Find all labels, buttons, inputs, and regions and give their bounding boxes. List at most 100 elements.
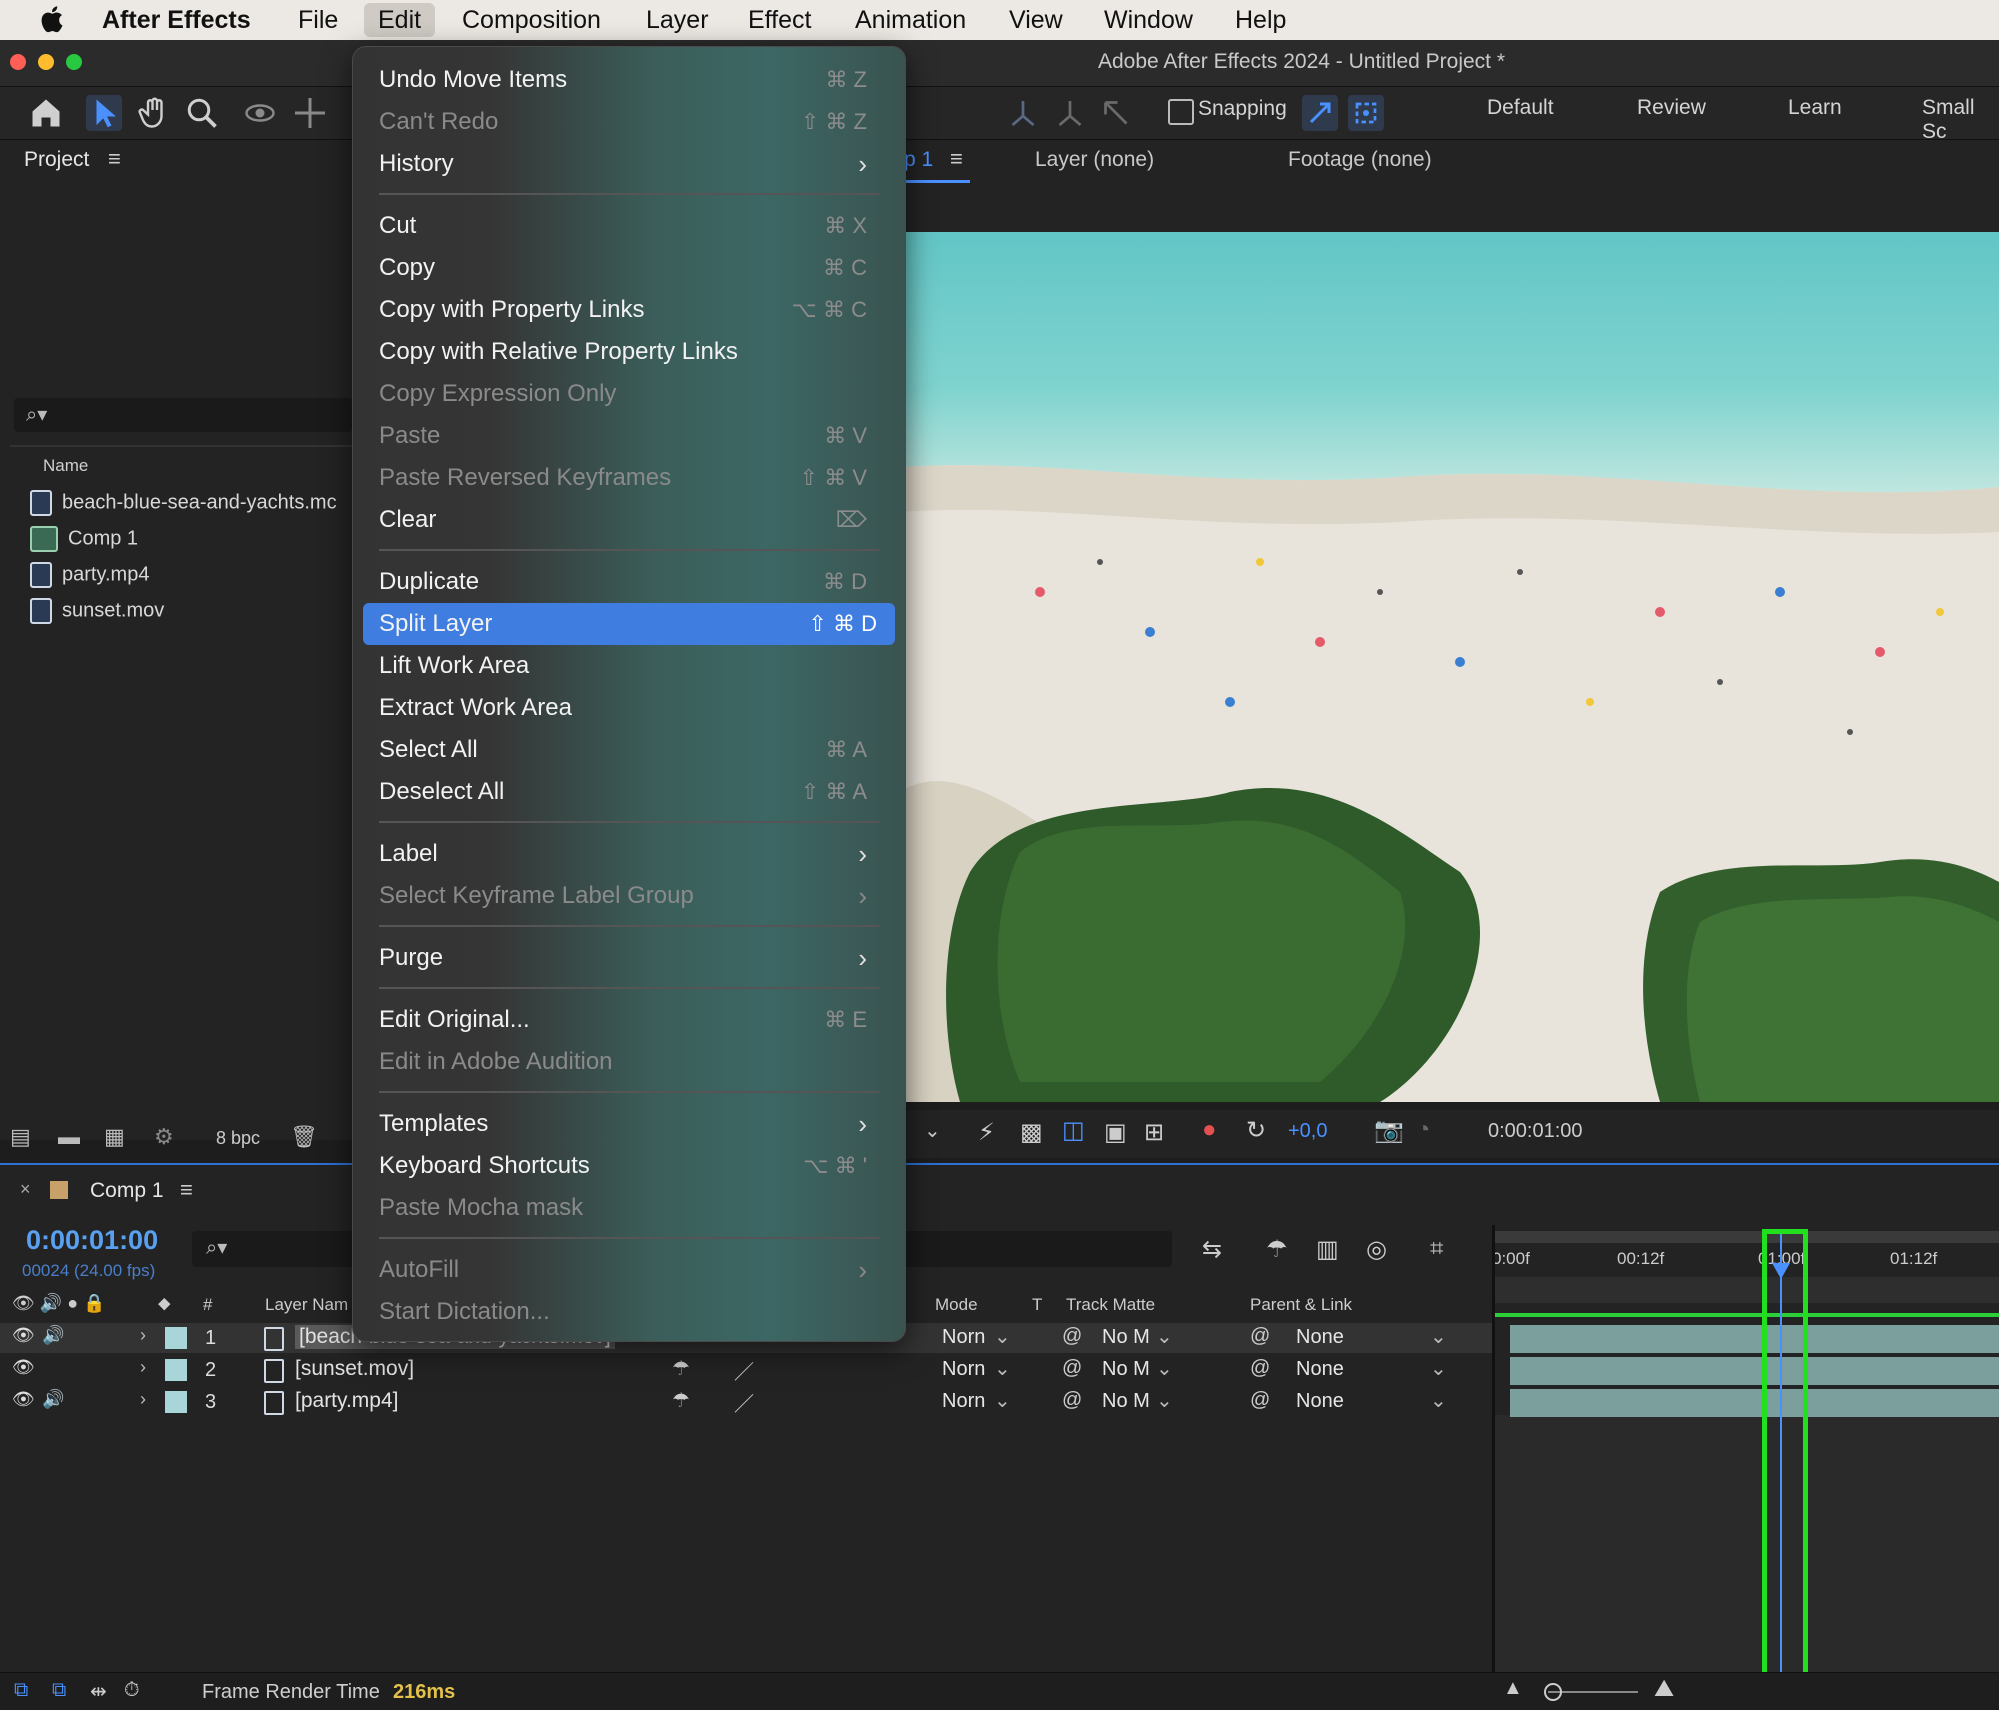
audio-speaker-icon[interactable]: 🔊 bbox=[42, 1389, 64, 1410]
menu-item-lift-work-area[interactable]: Lift Work Area bbox=[379, 645, 879, 687]
menu-item-edit-original[interactable]: Edit Original... ⌘ E bbox=[379, 999, 879, 1041]
transparency-grid-icon[interactable]: ▩ bbox=[1020, 1118, 1043, 1147]
pickwhip-icon[interactable]: @ bbox=[1062, 1389, 1082, 1412]
menu-view[interactable]: View bbox=[1009, 5, 1063, 35]
zoom-in-icon[interactable]: ⛰ bbox=[1654, 1675, 1674, 1703]
parent-dropdown[interactable]: None bbox=[1296, 1390, 1344, 1413]
menu-item-duplicate[interactable]: Duplicate ⌘ D bbox=[379, 561, 879, 603]
pickwhip-icon[interactable]: @ bbox=[1062, 1357, 1082, 1380]
menu-item-copy-with-property-links[interactable]: Copy with Property Links ⌥ ⌘ C bbox=[379, 289, 879, 331]
parent-dropdown[interactable]: None bbox=[1296, 1326, 1344, 1349]
table-row[interactable]: 👁 › 2 [sunset.mov] ☂ ／ Norn ⌄ @ No M ⌄ @… bbox=[0, 1355, 1495, 1385]
track-area[interactable] bbox=[1495, 1415, 1999, 1675]
project-item-comp[interactable]: Comp 1 bbox=[30, 526, 138, 552]
table-row[interactable]: 👁 🔊 › 3 [party.mp4] ☂ ／ Norn ⌄ @ No M ⌄ … bbox=[0, 1387, 1495, 1417]
blend-mode-dropdown[interactable]: Norn bbox=[942, 1390, 985, 1413]
workspace-review[interactable]: Review bbox=[1637, 96, 1706, 120]
audio-speaker-icon[interactable]: 🔊 bbox=[42, 1325, 64, 1346]
menu-app-name[interactable]: After Effects bbox=[102, 5, 251, 35]
chevron-right-icon[interactable]: › bbox=[140, 1357, 146, 1378]
pan-camera-icon[interactable] bbox=[292, 95, 328, 131]
menu-composition[interactable]: Composition bbox=[462, 5, 601, 35]
menu-item-copy[interactable]: Copy ⌘ C bbox=[379, 247, 879, 289]
visibility-eye-icon[interactable]: 👁 bbox=[12, 1325, 35, 1346]
project-item-party[interactable]: party.mp4 bbox=[30, 562, 149, 588]
zoom-window-button[interactable] bbox=[66, 54, 82, 70]
tab-footage[interactable]: Footage (none) bbox=[1288, 148, 1432, 172]
snap-features-icon[interactable] bbox=[1348, 95, 1384, 131]
label-color-swatch[interactable] bbox=[165, 1391, 187, 1413]
shy-layers-icon[interactable]: ☂ bbox=[1266, 1235, 1288, 1264]
local-axis-icon[interactable] bbox=[1005, 95, 1041, 131]
hand-tool-icon[interactable] bbox=[136, 95, 172, 131]
menu-file[interactable]: File bbox=[298, 5, 338, 35]
column-mode[interactable]: Mode bbox=[935, 1295, 978, 1315]
zoom-out-icon[interactable]: ▲ bbox=[1503, 1677, 1523, 1700]
panel-menu-icon[interactable]: ≡ bbox=[180, 1177, 193, 1203]
menu-item-select-all[interactable]: Select All ⌘ A bbox=[379, 729, 879, 771]
menu-item-copy-with-relative-property-links[interactable]: Copy with Relative Property Links bbox=[379, 331, 879, 373]
zoom-slider-handle[interactable] bbox=[1544, 1683, 1562, 1701]
menu-item-deselect-all[interactable]: Deselect All ⇧ ⌘ A bbox=[379, 771, 879, 813]
menu-effect[interactable]: Effect bbox=[748, 5, 811, 35]
interpret-footage-icon[interactable]: ▤ bbox=[10, 1124, 31, 1150]
close-tab-icon[interactable]: × bbox=[20, 1179, 31, 1200]
chevron-right-icon[interactable]: › bbox=[140, 1389, 146, 1410]
motion-blur-icon[interactable]: ◎ bbox=[1366, 1235, 1387, 1264]
column-parent-link[interactable]: Parent & Link bbox=[1250, 1295, 1352, 1315]
trash-icon[interactable]: 🗑 bbox=[290, 1124, 318, 1150]
menu-item-templates[interactable]: Templates › bbox=[379, 1103, 879, 1145]
tab-layer[interactable]: Layer (none) bbox=[1035, 148, 1154, 172]
quality-switch-icon[interactable]: ／ bbox=[734, 1388, 754, 1417]
panel-menu-icon[interactable]: ≡ bbox=[950, 146, 963, 172]
panel-menu-icon[interactable]: ≡ bbox=[108, 146, 121, 172]
layer-switches-icon[interactable]: ⧉ bbox=[14, 1679, 28, 1702]
menu-item-extract-work-area[interactable]: Extract Work Area bbox=[379, 687, 879, 729]
layer-clip[interactable] bbox=[1510, 1389, 1999, 1417]
menu-item-label[interactable]: Label › bbox=[379, 833, 879, 875]
track-matte-dropdown[interactable]: No M bbox=[1102, 1390, 1150, 1413]
visibility-eye-icon[interactable]: 👁 bbox=[12, 1389, 35, 1410]
home-icon[interactable] bbox=[28, 95, 64, 131]
menu-item-undo-move-items[interactable]: Undo Move Items ⌘ Z bbox=[379, 59, 879, 101]
menu-item-split-layer[interactable]: Split Layer ⇧ ⌘ D bbox=[363, 603, 895, 645]
menu-item-keyboard-shortcuts[interactable]: Keyboard Shortcuts ⌥ ⌘ ' bbox=[379, 1145, 879, 1187]
track-matte-dropdown[interactable]: No M bbox=[1102, 1326, 1150, 1349]
new-composition-icon[interactable]: ▦ bbox=[104, 1124, 125, 1150]
grid-guides-icon[interactable]: ⊞ bbox=[1144, 1118, 1164, 1147]
menu-window[interactable]: Window bbox=[1104, 5, 1193, 35]
parent-dropdown[interactable]: None bbox=[1296, 1358, 1344, 1381]
menu-item-clear[interactable]: Clear ⌦ bbox=[379, 499, 879, 541]
workspace-default[interactable]: Default bbox=[1487, 96, 1554, 120]
column-t[interactable]: T bbox=[1032, 1295, 1042, 1315]
work-area-bar[interactable] bbox=[1495, 1231, 1999, 1243]
chevron-right-icon[interactable]: › bbox=[140, 1325, 146, 1346]
column-track-matte[interactable]: Track Matte bbox=[1066, 1295, 1155, 1315]
snapshot-camera-icon[interactable]: 📷 bbox=[1374, 1116, 1404, 1145]
current-timecode[interactable]: 0:00:01:00 bbox=[26, 1225, 158, 1256]
apple-icon[interactable] bbox=[38, 4, 64, 34]
render-time-icon[interactable]: ⏱ bbox=[124, 1679, 140, 1702]
blend-mode-dropdown[interactable]: Norn bbox=[942, 1358, 985, 1381]
column-layer-name[interactable]: Layer Nam bbox=[265, 1295, 348, 1315]
parent-pickwhip-icon[interactable]: @ bbox=[1250, 1389, 1270, 1412]
fast-previews-icon[interactable]: ⚡ bbox=[978, 1118, 995, 1147]
view-axis-icon[interactable] bbox=[1098, 95, 1134, 131]
frame-blending-icon[interactable]: ▥ bbox=[1316, 1235, 1339, 1264]
workspace-learn[interactable]: Learn bbox=[1788, 96, 1842, 120]
exposure-value[interactable]: +0,0 bbox=[1288, 1120, 1327, 1143]
shy-switch-icon[interactable]: ☂ bbox=[672, 1356, 690, 1381]
bit-depth-button[interactable]: 8 bpc bbox=[216, 1128, 260, 1149]
menu-item-purge[interactable]: Purge › bbox=[379, 937, 879, 979]
label-color-swatch[interactable] bbox=[165, 1359, 187, 1381]
orbit-camera-icon[interactable] bbox=[242, 95, 278, 131]
parent-pickwhip-icon[interactable]: @ bbox=[1250, 1357, 1270, 1380]
project-search-input[interactable]: ⌕▾ bbox=[14, 398, 352, 432]
menu-item-cut[interactable]: Cut ⌘ X bbox=[379, 205, 879, 247]
comp-mini-flowchart-icon[interactable]: ⇆ bbox=[1202, 1235, 1222, 1264]
chevron-down-icon[interactable]: ⌄ bbox=[924, 1118, 941, 1143]
menu-help[interactable]: Help bbox=[1235, 5, 1286, 35]
region-of-interest-icon[interactable]: ▣ bbox=[1104, 1118, 1127, 1147]
project-item-sunset[interactable]: sunset.mov bbox=[30, 598, 164, 624]
quality-switch-icon[interactable]: ／ bbox=[734, 1356, 754, 1385]
